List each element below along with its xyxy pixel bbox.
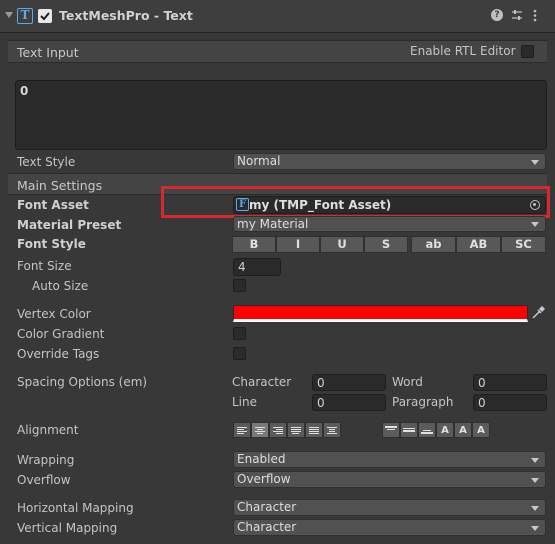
underline-style-button[interactable]: U: [320, 236, 364, 253]
overflow-value: Overflow: [237, 472, 291, 486]
chevron-down-icon: [531, 478, 539, 483]
paragraph-spacing-value: 0: [478, 396, 486, 410]
wrapping-value: Enabled: [237, 452, 286, 466]
vertical-alignment-group: A A A: [382, 422, 490, 438]
spacing-options-label: Spacing Options (em): [17, 375, 148, 389]
rtl-editor-label: Enable RTL Editor: [410, 44, 516, 58]
align-right-icon[interactable]: [269, 422, 287, 438]
material-preset-value: my Material: [237, 217, 309, 231]
paragraph-spacing-field[interactable]: 0: [473, 394, 547, 411]
alignment-label: Alignment: [17, 423, 79, 437]
word-spacing-label: Word: [392, 375, 423, 389]
component-title: TextMeshPro - Text: [59, 8, 193, 23]
component-header: T TextMeshPro - Text ?: [0, 0, 555, 33]
smallcaps-style-button[interactable]: SC: [501, 236, 546, 253]
word-spacing-field[interactable]: 0: [473, 374, 547, 391]
font-asset-value: my (TMP_Font Asset): [249, 198, 392, 212]
help-icon[interactable]: ?: [491, 9, 503, 21]
character-spacing-value: 0: [317, 376, 325, 390]
bold-style-button[interactable]: B: [232, 236, 276, 253]
kebab-menu-icon[interactable]: [532, 9, 538, 22]
chevron-down-icon: [531, 160, 539, 165]
text-style-value: Normal: [237, 154, 281, 168]
eyedropper-icon[interactable]: [531, 306, 545, 320]
character-spacing-field[interactable]: 0: [312, 374, 386, 391]
chevron-down-icon: [531, 458, 539, 463]
text-style-label: Text Style: [17, 155, 76, 169]
text-style-dropdown[interactable]: Normal: [233, 153, 546, 170]
text-input-value: 0: [20, 84, 29, 98]
override-tags-checkbox[interactable]: [233, 347, 246, 360]
wrapping-dropdown[interactable]: Enabled: [233, 451, 546, 468]
material-preset-dropdown[interactable]: my Material: [233, 216, 546, 232]
line-spacing-label: Line: [232, 395, 258, 409]
chevron-down-icon: [531, 526, 539, 531]
color-gradient-checkbox[interactable]: [233, 327, 246, 340]
override-tags-label: Override Tags: [17, 347, 100, 361]
italic-style-button[interactable]: I: [276, 236, 320, 253]
object-picker-icon[interactable]: [530, 200, 540, 210]
chevron-down-icon: [531, 506, 539, 511]
foldout-arrow-icon[interactable]: [5, 12, 13, 18]
color-gradient-label: Color Gradient: [17, 327, 105, 341]
vertical-mapping-dropdown[interactable]: Character: [233, 519, 546, 536]
font-asset-label: Font Asset: [17, 198, 89, 212]
line-spacing-value: 0: [317, 396, 325, 410]
align-left-icon[interactable]: [233, 422, 251, 438]
font-size-label: Font Size: [17, 259, 72, 273]
vertical-mapping-label: Vertical Mapping: [17, 521, 118, 535]
font-style-button-group: B I U S ab AB SC: [232, 236, 546, 253]
sliders-icon[interactable]: [511, 9, 523, 21]
font-style-label: Font Style: [17, 237, 86, 251]
overflow-label: Overflow: [17, 473, 71, 487]
material-preset-label: Material Preset: [17, 218, 122, 232]
text-component-icon: T: [17, 8, 33, 24]
text-input-area[interactable]: 0: [15, 80, 547, 150]
character-spacing-label: Character: [232, 375, 292, 389]
align-flush-icon[interactable]: [305, 422, 323, 438]
horizontal-mapping-dropdown[interactable]: Character: [233, 499, 546, 516]
align-bottom-icon[interactable]: [418, 422, 436, 438]
font-asset-field[interactable]: F my (TMP_Font Asset): [233, 196, 546, 214]
vertex-color-swatch[interactable]: [233, 305, 528, 322]
checkmark-icon: [40, 12, 50, 21]
lowercase-style-button[interactable]: ab: [411, 236, 456, 253]
wrapping-label: Wrapping: [17, 453, 75, 467]
rtl-editor-checkbox[interactable]: [521, 45, 534, 58]
align-baseline-icon[interactable]: A: [436, 422, 454, 438]
uppercase-style-button[interactable]: AB: [456, 236, 501, 253]
align-top-icon[interactable]: [382, 422, 400, 438]
horizontal-mapping-label: Horizontal Mapping: [17, 501, 134, 515]
line-spacing-field[interactable]: 0: [312, 394, 386, 411]
font-size-field[interactable]: 4: [233, 258, 281, 276]
font-size-value: 4: [238, 260, 246, 274]
text-input-section-label: Text Input: [17, 45, 79, 60]
align-geometry-center-icon[interactable]: [323, 422, 341, 438]
auto-size-label: Auto Size: [32, 279, 89, 293]
vertical-mapping-value: Character: [237, 520, 297, 534]
align-midline-icon[interactable]: A: [454, 422, 472, 438]
strikethrough-style-button[interactable]: S: [364, 236, 408, 253]
auto-size-checkbox[interactable]: [233, 279, 246, 292]
align-middle-icon[interactable]: [400, 422, 418, 438]
horizontal-alignment-group: [233, 422, 341, 438]
align-justified-icon[interactable]: [287, 422, 305, 438]
overflow-dropdown[interactable]: Overflow: [233, 471, 546, 488]
chevron-down-icon: [531, 222, 539, 227]
align-capline-icon[interactable]: A: [472, 422, 490, 438]
horizontal-mapping-value: Character: [237, 500, 297, 514]
font-asset-icon: F: [236, 198, 249, 211]
paragraph-spacing-label: Paragraph: [392, 395, 454, 409]
component-enabled-checkbox[interactable]: [38, 9, 52, 23]
main-settings-section-label: Main Settings: [17, 178, 103, 193]
align-center-icon[interactable]: [251, 422, 269, 438]
vertex-color-label: Vertex Color: [17, 307, 91, 321]
word-spacing-value: 0: [478, 376, 486, 390]
